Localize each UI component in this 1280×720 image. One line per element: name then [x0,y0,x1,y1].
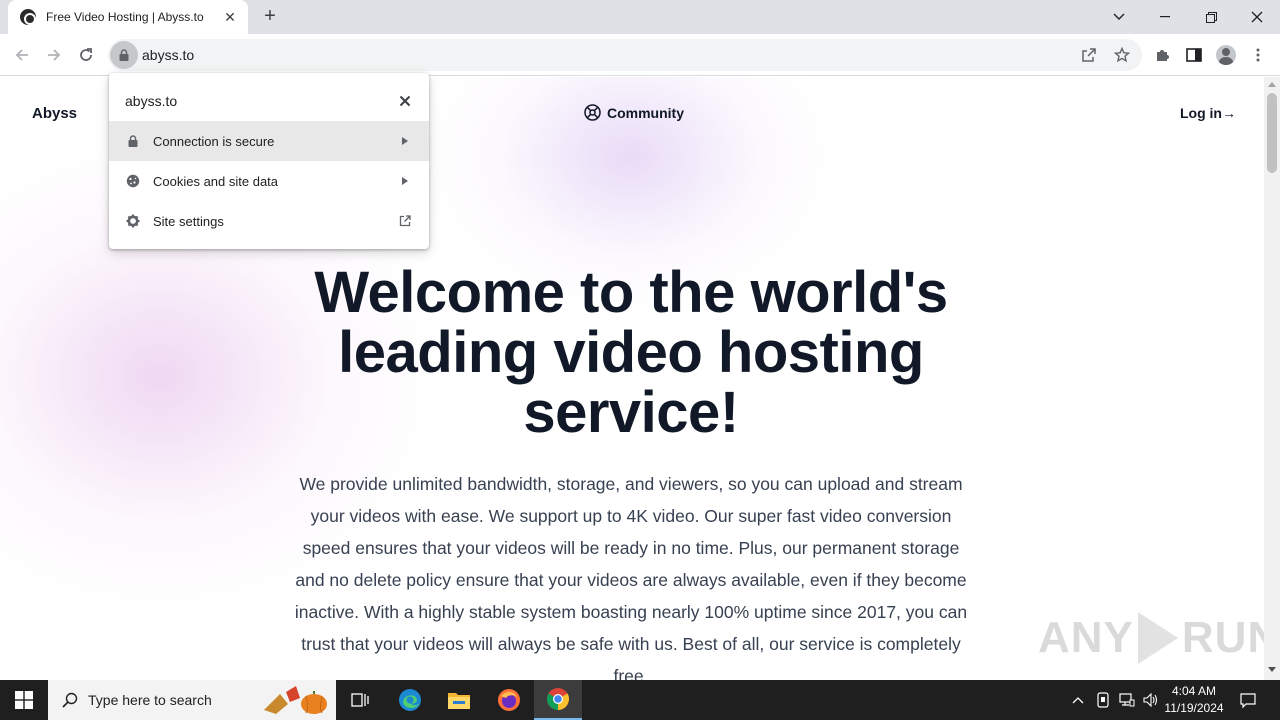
autumn-leaves-icon [264,686,327,714]
cookies-site-data-label: Cookies and site data [153,173,279,189]
nav-community-link[interactable]: Community [584,104,684,121]
chevron-right-icon [399,135,411,147]
scroll-up-icon[interactable] [1268,82,1276,87]
hero-title: Welcome to the world's leading video hos… [314,260,948,445]
scroll-thumb[interactable] [1267,93,1277,173]
extensions-icon[interactable] [1151,44,1173,66]
notification-icon[interactable] [1236,680,1260,720]
taskbar-search-box[interactable]: Type here to search [48,680,336,720]
address-bar[interactable]: abyss.to [108,39,1142,71]
site-settings-label: Site settings [153,213,224,229]
popup-host: abyss.to [125,93,178,109]
site-settings-item[interactable]: Site settings [109,201,429,241]
forward-button[interactable] [41,42,67,68]
taskbar-search-placeholder: Type here to search [88,692,212,708]
firefox-icon[interactable] [485,680,533,720]
login-link[interactable]: Log in→ [1180,105,1236,121]
page-scrollbar[interactable] [1264,77,1280,680]
connection-secure-item[interactable]: Connection is secure [109,121,429,161]
clock-time: 4:04 AM [1171,684,1217,698]
windows-taskbar: Type here to search 4:04 AM 11/19/2024 [0,680,1280,720]
reload-button[interactable] [73,42,99,68]
start-button[interactable] [0,680,48,720]
gear-icon [125,213,141,229]
new-tab-button[interactable]: + [258,6,282,28]
site-info-button[interactable] [110,41,138,69]
scroll-down-icon[interactable] [1268,667,1276,672]
nav-community-label: Community [607,104,684,121]
chevron-up-icon[interactable] [1068,680,1088,720]
windows-logo-icon [15,691,33,709]
connection-secure-label: Connection is secure [153,133,275,149]
external-link-icon [399,215,411,227]
task-view-icon[interactable] [336,680,384,720]
browser-menu-icon[interactable] [1247,44,1269,66]
browser-toolbar: abyss.to [0,34,1280,76]
play-icon [1137,612,1178,664]
cookie-icon [125,173,141,189]
close-icon[interactable] [395,91,415,111]
browser-tab[interactable]: Free Video Hosting | Abyss.to ✕ [8,0,248,34]
volume-icon[interactable] [1141,680,1161,720]
anyrun-watermark: ANY RUN [1038,612,1264,664]
share-icon[interactable] [1078,44,1100,66]
restore-button[interactable] [1188,0,1234,34]
tab-title: Free Video Hosting | Abyss.to [46,10,204,24]
lock-icon [119,49,129,61]
taskbar-clock[interactable]: 4:04 AM 11/19/2024 [1160,683,1228,717]
lock-icon [125,133,141,149]
file-explorer-icon[interactable] [435,680,483,720]
url-text[interactable]: abyss.to [142,47,194,63]
close-window-button[interactable] [1234,0,1280,34]
avatar-icon [1216,45,1236,65]
bookmark-star-icon[interactable] [1111,44,1133,66]
minimize-button[interactable] [1142,0,1188,34]
chrome-icon[interactable] [534,680,582,720]
globe-icon [584,104,601,121]
watermark-text-left: ANY [1038,613,1134,662]
clock-date: 11/19/2024 [1164,701,1224,715]
device-icon[interactable] [1093,680,1113,720]
hero-description: We provide unlimited bandwidth, storage,… [294,474,968,680]
edge-icon[interactable] [386,680,434,720]
cookies-site-data-item[interactable]: Cookies and site data [109,161,429,201]
back-button[interactable] [9,42,35,68]
network-icon[interactable] [1117,680,1137,720]
watermark-text-right: RUN [1181,613,1264,662]
site-info-popup: abyss.to Connection is secure Cookies an… [109,73,429,249]
tab-close-icon[interactable]: ✕ [222,9,238,25]
site-favicon-icon [20,9,36,25]
profile-avatar[interactable] [1215,44,1237,66]
search-icon [62,692,78,708]
site-logo[interactable]: Abyss [32,105,77,122]
chevron-right-icon [399,175,411,187]
tab-search-icon[interactable] [1096,0,1142,34]
tab-strip: Free Video Hosting | Abyss.to ✕ + [0,0,1280,34]
side-panel-icon[interactable] [1183,44,1205,66]
